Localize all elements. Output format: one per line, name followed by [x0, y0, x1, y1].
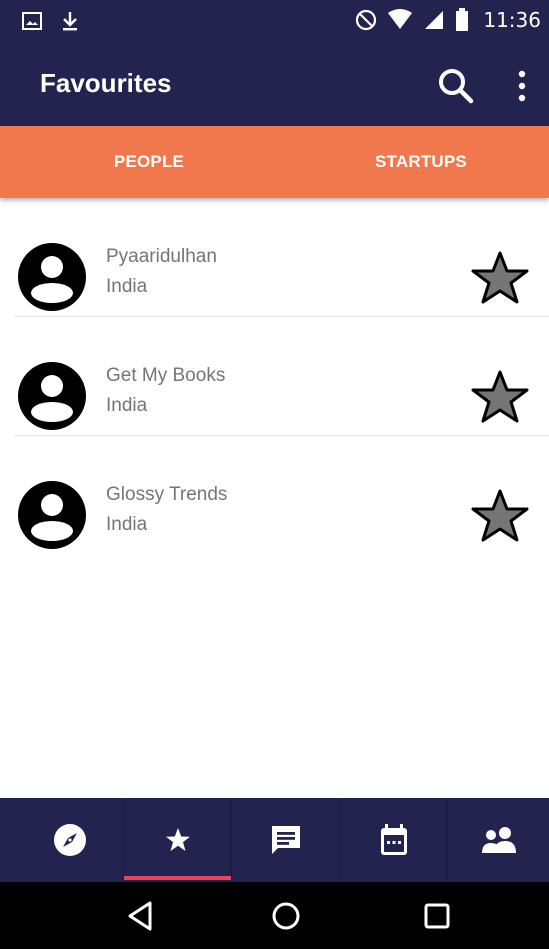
bottom-navigation	[0, 798, 549, 882]
tab-bar: PEOPLE STARTUPS	[0, 126, 549, 198]
favourite-star-icon[interactable]	[470, 250, 530, 306]
list-item-name: Get My Books	[106, 365, 226, 386]
list-item[interactable]: Get My Books India	[0, 317, 549, 436]
home-icon[interactable]	[268, 898, 304, 934]
nav-events[interactable]	[340, 798, 448, 882]
download-icon	[63, 12, 77, 31]
calendar-icon	[381, 824, 407, 855]
search-icon[interactable]	[436, 66, 476, 106]
avatar-icon	[18, 362, 86, 430]
wifi-icon	[388, 9, 413, 29]
status-bar: 11:36	[0, 0, 549, 46]
app-bar: Favourites	[0, 46, 549, 126]
status-left-icons	[22, 10, 80, 32]
system-navigation-bar	[0, 882, 549, 949]
list-item[interactable]: Pyaaridulhan India	[0, 198, 549, 317]
list-item-name: Pyaaridulhan	[106, 246, 217, 267]
more-vert-icon[interactable]	[510, 68, 534, 104]
status-right-icons: 11:36	[355, 8, 541, 32]
list-item-country: India	[106, 395, 148, 416]
recents-icon[interactable]	[419, 898, 455, 934]
nav-people[interactable]	[448, 798, 549, 882]
page-title: Favourites	[40, 68, 172, 98]
favourite-star-icon[interactable]	[470, 369, 530, 425]
avatar-icon	[18, 243, 86, 311]
status-time: 11:36	[483, 8, 541, 32]
avatar-icon	[18, 481, 86, 549]
people-icon	[481, 827, 516, 853]
compass-icon	[54, 824, 86, 856]
list-item-name: Glossy Trends	[106, 484, 228, 505]
back-icon[interactable]	[122, 898, 158, 934]
list-item-country: India	[106, 276, 148, 297]
favourite-star-icon[interactable]	[470, 488, 530, 544]
tab-startups[interactable]: STARTUPS	[284, 126, 549, 198]
image-icon	[22, 12, 42, 30]
nav-messages[interactable]	[232, 798, 340, 882]
nav-active-indicator	[124, 876, 231, 880]
list-item-country: India	[106, 514, 148, 535]
nav-favourites[interactable]	[124, 798, 232, 882]
nav-explore[interactable]	[16, 798, 124, 882]
chat-icon	[272, 826, 300, 854]
tab-people[interactable]: PEOPLE	[12, 126, 286, 198]
dnd-icon	[356, 9, 377, 31]
star-icon	[166, 828, 190, 851]
list-item[interactable]: Glossy Trends India	[0, 436, 549, 555]
signal-icon	[425, 11, 444, 29]
battery-icon	[456, 8, 469, 31]
